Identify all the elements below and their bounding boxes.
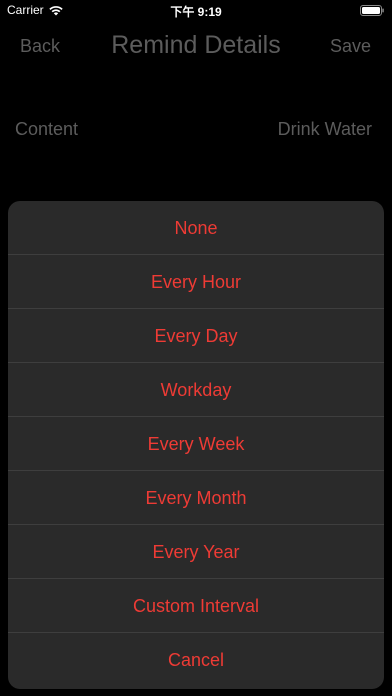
status-time: 下午 9:19	[170, 5, 222, 19]
status-bar: Carrier 下午 9:19	[0, 0, 392, 22]
content-label: Content	[15, 119, 79, 139]
option-every-day[interactable]: Every Day	[8, 309, 384, 363]
repeat-options-sheet: None Every Hour Every Day Workday Every …	[8, 201, 384, 689]
option-none[interactable]: None	[8, 201, 384, 255]
battery-icon	[360, 5, 384, 16]
option-every-hour[interactable]: Every Hour	[8, 255, 384, 309]
option-custom-interval[interactable]: Custom Interval	[8, 579, 384, 633]
content-row[interactable]: Content Drink Water	[0, 104, 392, 154]
option-workday[interactable]: Workday	[8, 363, 384, 417]
content-value: Drink Water	[277, 119, 372, 139]
save-button[interactable]: Save	[330, 36, 371, 57]
navigation-bar: Back Remind Details Save	[0, 22, 392, 72]
option-every-month[interactable]: Every Month	[8, 471, 384, 525]
cancel-button[interactable]: Cancel	[8, 633, 384, 687]
option-every-year[interactable]: Every Year	[8, 525, 384, 579]
option-every-week[interactable]: Every Week	[8, 417, 384, 471]
